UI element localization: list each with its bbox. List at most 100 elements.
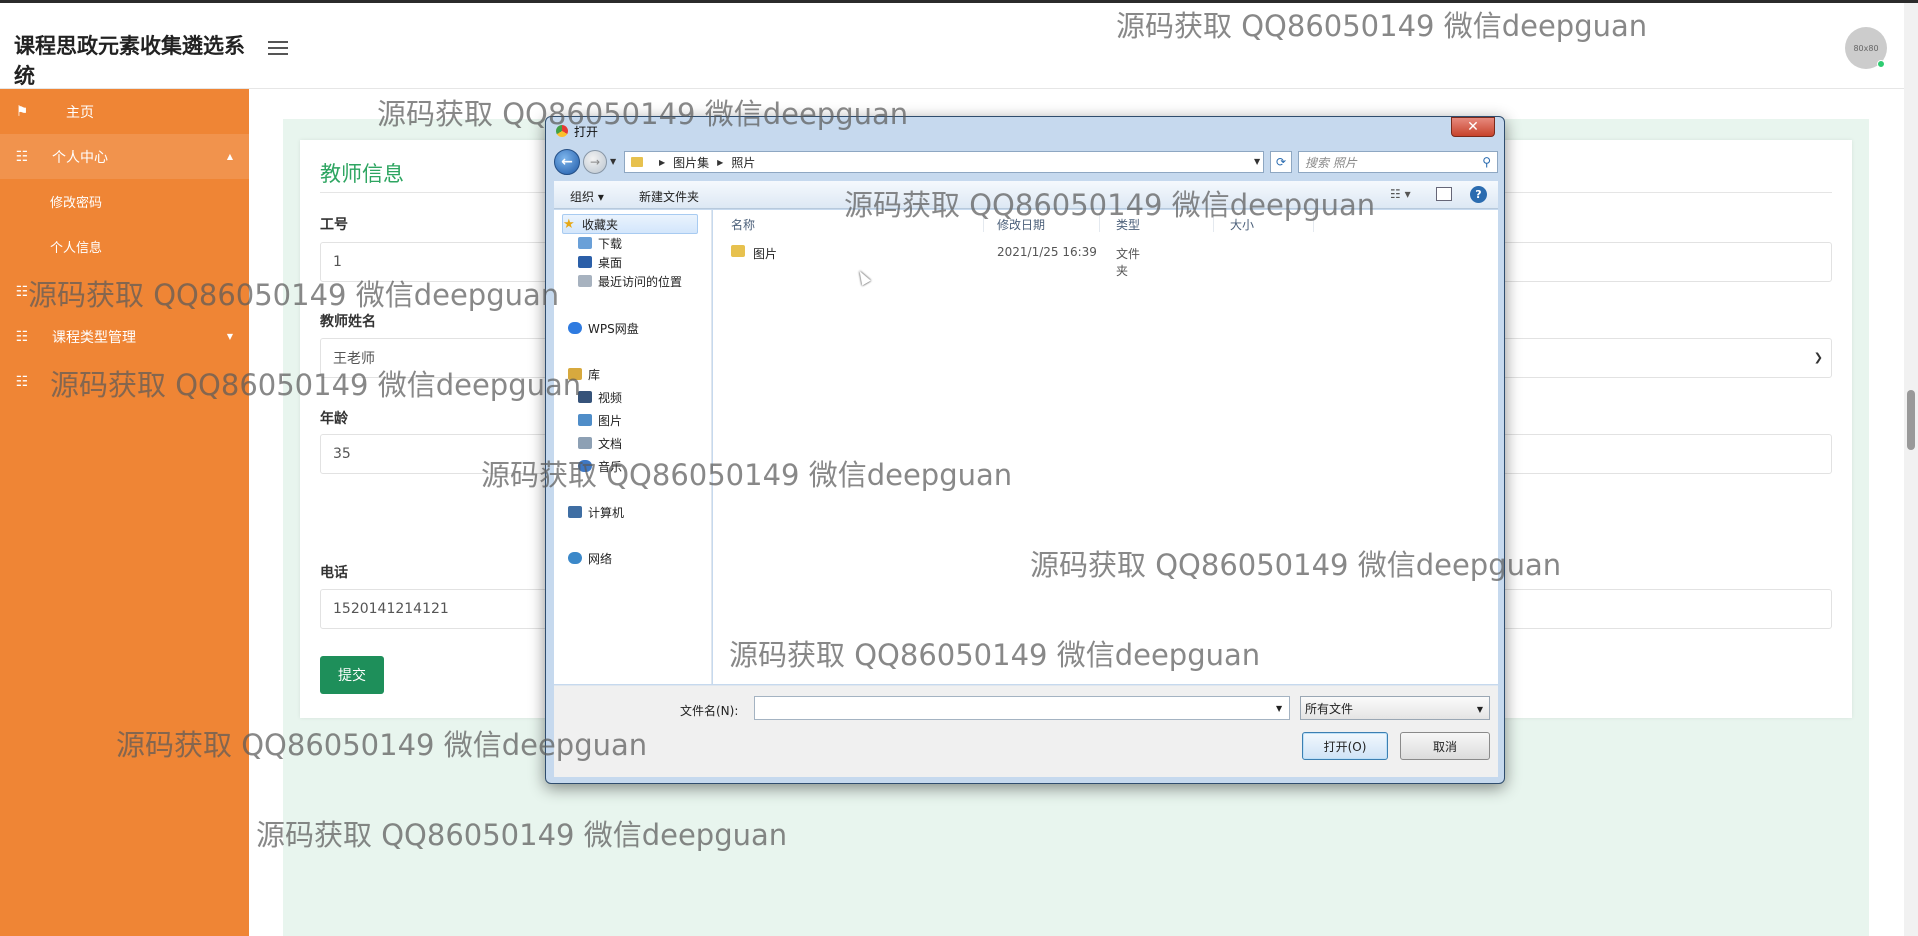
- submit-button[interactable]: 提交: [320, 656, 384, 694]
- sidebar-item-label: 主页: [66, 104, 94, 121]
- sidebar-item-3[interactable]: ☷: [0, 269, 249, 314]
- nav-desktop[interactable]: 桌面: [578, 252, 622, 272]
- sidebar-subitem-profile[interactable]: 个人信息: [0, 224, 249, 269]
- page-scrollbar[interactable]: [1904, 3, 1918, 936]
- column-header-type[interactable]: 类型: [1116, 216, 1140, 233]
- music-icon: [578, 460, 592, 472]
- nav-network[interactable]: 网络: [568, 548, 612, 568]
- nav-label: 下载: [598, 236, 623, 251]
- menu-toggle-icon[interactable]: [268, 41, 288, 57]
- sidebar: ⚑ 主页 ☷ 个人中心 ▲ 修改密码 个人信息 ☷ ☷ 课程类型管理 ▼ ☷: [0, 89, 249, 936]
- back-arrow-icon[interactable]: ←: [554, 149, 580, 175]
- chevron-right-icon: ▶: [717, 157, 724, 167]
- search-placeholder: 搜索 照片: [1305, 155, 1357, 170]
- dialog-toolbar: 组织 ▾ 新建文件夹 ☷ ▾ ?: [554, 181, 1498, 209]
- grid-icon: ☷: [15, 283, 29, 300]
- close-button[interactable]: ✕: [1451, 117, 1495, 137]
- nav-videos[interactable]: 视频: [578, 387, 622, 407]
- nav-label: WPS网盘: [588, 321, 639, 336]
- nav-label: 文档: [598, 436, 623, 451]
- file-name: 图片: [753, 247, 778, 261]
- filename-dropdown-icon[interactable]: ▼: [1276, 704, 1282, 713]
- dialog-footer: 文件名(N): ▼ 所有文件 ▼ 打开(O) 取消: [554, 685, 1498, 777]
- search-input[interactable]: 搜索 照片 ⚲: [1298, 151, 1498, 173]
- preview-pane-icon[interactable]: [1436, 187, 1452, 201]
- nav-computer[interactable]: 计算机: [568, 502, 624, 522]
- grid-icon: ☷: [15, 328, 29, 345]
- nav-wps-cloud[interactable]: WPS网盘: [568, 318, 639, 338]
- file-open-dialog: 打开 ✕ ← → ▼ ▶ 图片集 ▶ 照片 ▼ ⟳ 搜索 照片 ⚲ 组织 ▾ 新…: [545, 116, 1505, 784]
- recent-places-icon: [578, 275, 592, 287]
- column-separator[interactable]: [1213, 214, 1214, 232]
- downloads-icon: [578, 237, 592, 249]
- chevron-up-icon: ▲: [226, 152, 233, 161]
- field-label-id: 工号: [320, 217, 348, 233]
- nav-label: 库: [588, 367, 601, 382]
- organize-button[interactable]: 组织 ▾: [570, 188, 604, 205]
- page-scrollbar-thumb[interactable]: [1907, 390, 1915, 450]
- sidebar-item-personal-center[interactable]: ☷ 个人中心 ▲: [0, 134, 249, 179]
- sidebar-item-label: 课程类型管理: [52, 329, 136, 346]
- file-list: 名称 修改日期 类型 大小 图片 2021/1/25 16:39 文件夹: [713, 210, 1498, 684]
- cancel-button[interactable]: 取消: [1400, 732, 1490, 760]
- nav-label: 视频: [598, 390, 623, 405]
- nav-downloads[interactable]: 下载: [578, 233, 622, 253]
- new-folder-button[interactable]: 新建文件夹: [639, 188, 699, 205]
- chevron-down-icon: ▼: [226, 332, 233, 341]
- folder-icon: [631, 157, 643, 167]
- network-icon: [568, 552, 582, 564]
- mouse-cursor-icon: [855, 268, 871, 286]
- column-header-modified[interactable]: 修改日期: [997, 216, 1045, 233]
- nav-documents[interactable]: 文档: [578, 433, 622, 453]
- app-header: 课程思政元素收集遴选系统 80x80: [0, 3, 1904, 89]
- open-button[interactable]: 打开(O): [1302, 732, 1388, 760]
- chevron-down-icon: ▼: [1476, 705, 1483, 714]
- file-row[interactable]: 图片 2021/1/25 16:39 文件夹: [731, 242, 1151, 278]
- forward-arrow-icon[interactable]: →: [583, 150, 607, 174]
- breadcrumb-item[interactable]: 照片: [731, 154, 755, 171]
- grid-icon: ☷: [15, 373, 29, 390]
- column-separator[interactable]: [1099, 214, 1100, 232]
- nav-libraries[interactable]: 库: [568, 364, 600, 384]
- grid-icon: ☷: [15, 148, 29, 165]
- field-label-name: 教师姓名: [320, 314, 376, 330]
- app-title: 课程思政元素收集遴选系统: [14, 34, 245, 88]
- sidebar-item-5[interactable]: ☷: [0, 359, 249, 404]
- sidebar-item-home[interactable]: ⚑ 主页: [0, 89, 249, 134]
- address-bar[interactable]: ▶ 图片集 ▶ 照片: [624, 151, 1264, 173]
- column-header-size[interactable]: 大小: [1230, 216, 1254, 233]
- chevron-down-icon: ❯: [1813, 351, 1823, 364]
- dialog-title: 打开: [574, 124, 599, 139]
- recent-locations-dropdown-icon[interactable]: ▼: [610, 157, 616, 166]
- breadcrumb-item[interactable]: 图片集: [673, 154, 709, 171]
- nav-label: 网络: [588, 551, 613, 566]
- nav-music[interactable]: 音乐: [578, 456, 622, 476]
- sidebar-subitem-change-password[interactable]: 修改密码: [0, 179, 249, 224]
- nav-label: 图片: [598, 413, 623, 428]
- nav-recent-places[interactable]: 最近访问的位置: [578, 271, 682, 291]
- column-separator[interactable]: [1313, 214, 1314, 232]
- filename-input[interactable]: [754, 696, 1290, 720]
- page-title: 教师信息: [320, 162, 404, 186]
- search-icon: ⚲: [1482, 155, 1491, 169]
- file-modified: 2021/1/25 16:39: [997, 245, 1097, 259]
- video-icon: [578, 391, 592, 403]
- address-dropdown-icon[interactable]: ▼: [1254, 157, 1260, 166]
- file-type-value: 所有文件: [1305, 701, 1354, 716]
- online-status-dot: [1877, 60, 1885, 68]
- pictures-icon: [578, 414, 592, 426]
- cloud-icon: [568, 322, 582, 334]
- help-icon[interactable]: ?: [1470, 186, 1487, 203]
- nav-favorites[interactable]: ★ 收藏夹: [562, 214, 698, 234]
- refresh-icon[interactable]: ⟳: [1270, 151, 1292, 173]
- desktop-icon: [578, 256, 592, 268]
- column-separator[interactable]: [983, 214, 984, 232]
- column-header-name[interactable]: 名称: [731, 216, 755, 233]
- nav-label: 收藏夹: [582, 217, 619, 232]
- sidebar-item-course-type[interactable]: ☷ 课程类型管理 ▼: [0, 314, 249, 359]
- nav-pictures[interactable]: 图片: [578, 410, 622, 430]
- view-options-icon[interactable]: ☷ ▾: [1390, 187, 1411, 201]
- teacher-name-value: 王老师: [333, 351, 375, 367]
- file-type-select[interactable]: 所有文件 ▼: [1300, 696, 1490, 720]
- nav-label: 最近访问的位置: [598, 274, 683, 289]
